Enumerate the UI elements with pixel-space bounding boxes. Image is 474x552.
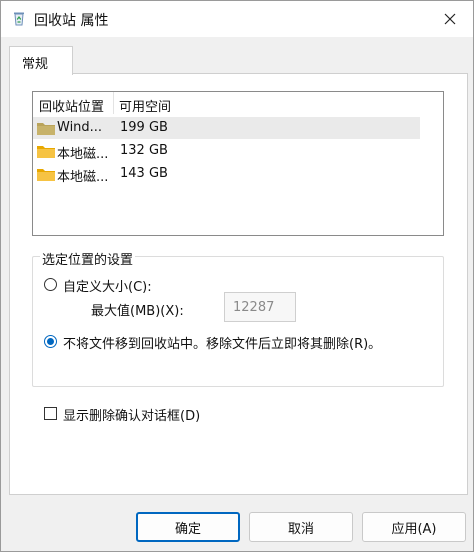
title-bar[interactable]: 回收站 属性 (1, 1, 473, 37)
confirm-delete-checkbox[interactable] (44, 407, 57, 420)
column-header-free-space[interactable]: 可用空间 (119, 96, 171, 115)
window-title: 回收站 属性 (34, 13, 109, 29)
apply-button[interactable]: 应用(A) (362, 512, 466, 542)
max-size-input[interactable] (224, 292, 296, 322)
recycle-bin-icon (14, 12, 24, 26)
no-recycle-radio[interactable] (44, 335, 57, 348)
column-divider[interactable] (113, 92, 114, 114)
tab-general-label: 常规 (22, 57, 49, 72)
list-item-free-space: 143 GB (120, 166, 168, 181)
no-recycle-label[interactable]: 不将文件移到回收站中。移除文件后立即将其删除(R)。 (63, 333, 381, 352)
folder-icon (37, 123, 55, 135)
recycle-location-list[interactable]: 回收站位置 可用空间 Wind... 199 GB 本地磁... 132 GB (32, 91, 444, 236)
list-item[interactable]: 本地磁... 143 GB (33, 163, 420, 185)
list-item-free-space: 199 GB (120, 120, 168, 135)
list-item[interactable]: Wind... 199 GB (33, 117, 420, 139)
confirm-delete-label[interactable]: 显示删除确认对话框(D) (63, 405, 200, 424)
list-item-name: Wind... (57, 120, 103, 135)
custom-size-label[interactable]: 自定义大小(C): (63, 276, 152, 295)
list-header: 回收站位置 可用空间 (33, 92, 443, 115)
close-icon (444, 13, 456, 25)
folder-icon (37, 146, 55, 158)
properties-window: 回收站 属性 常规 回收站位置 可用空间 Wind... 199 GB 本地磁.… (0, 0, 474, 552)
folder-icon (37, 169, 55, 181)
list-item-name: 本地磁... (57, 147, 109, 162)
group-label: 选定位置的设置 (40, 249, 136, 268)
list-item-name: 本地磁... (57, 170, 109, 185)
list-item-free-space: 132 GB (120, 143, 168, 158)
tab-panel-general: 回收站位置 可用空间 Wind... 199 GB 本地磁... 132 GB (9, 73, 468, 495)
max-size-label: 最大值(MB)(X): (91, 304, 184, 319)
list-item[interactable]: 本地磁... 132 GB (33, 140, 420, 162)
custom-size-radio[interactable] (44, 278, 57, 291)
cancel-button[interactable]: 取消 (249, 512, 353, 542)
tab-general[interactable]: 常规 (9, 46, 73, 75)
ok-button[interactable]: 确定 (136, 512, 240, 542)
column-header-location[interactable]: 回收站位置 (39, 96, 113, 115)
close-button[interactable] (427, 1, 473, 37)
